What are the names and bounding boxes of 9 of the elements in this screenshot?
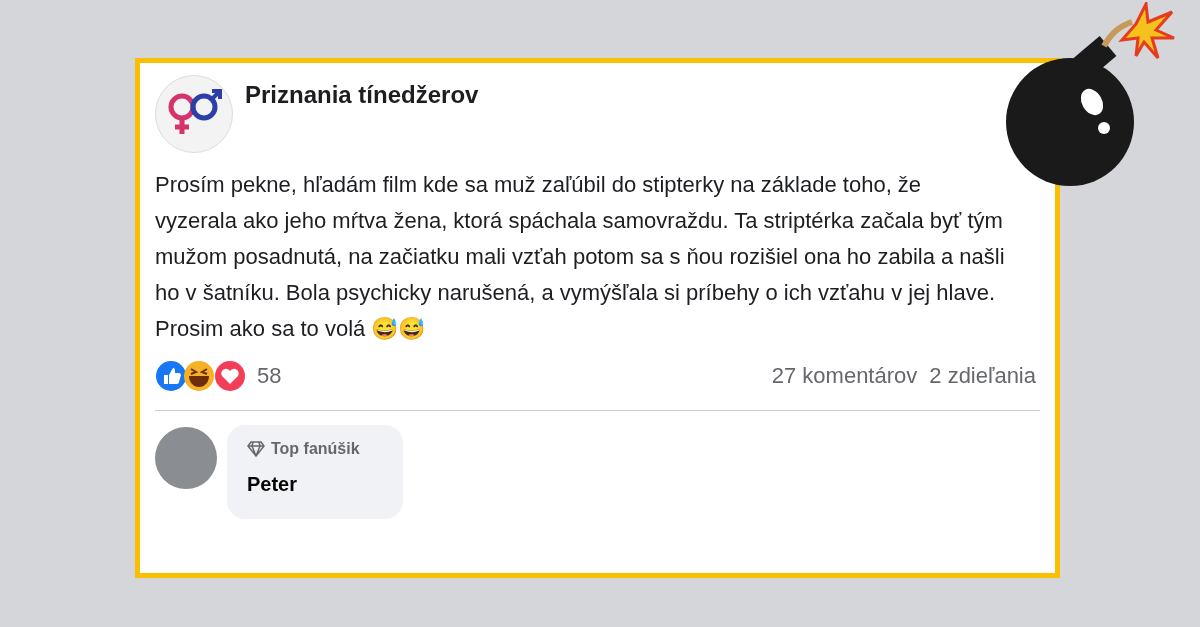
- reaction-count: 58: [257, 362, 282, 390]
- comments-link[interactable]: 27 komentárov: [771, 359, 918, 392]
- page-name[interactable]: Priznania tínedžerov: [245, 77, 479, 113]
- commenter-name[interactable]: Peter: [247, 469, 383, 499]
- shares-link[interactable]: 2 zdieľania: [929, 359, 1036, 392]
- reaction-icons[interactable]: [155, 359, 247, 392]
- top-fan-label: Top fanúšik: [271, 439, 360, 459]
- post-text: Prosím pekne, hľadám film kde sa muž zaľúbil do stipterky na základe toho, že vyzerala ako jeho mŕtva žena, ktorá spáchala samovraždu. Ta striptérka začala byť tým mužom posadnutá, na začiatku mali vzťah potom sa s ňou rozišiel ona ho zabila a našli ho v šatníku. Bola psychicky narušená, a vymýšľala si príbehy o ich vzťahu v jej hlave. Prosim ako sa to volá 😅😅: [155, 171, 1005, 343]
- diamond-icon: [247, 441, 265, 457]
